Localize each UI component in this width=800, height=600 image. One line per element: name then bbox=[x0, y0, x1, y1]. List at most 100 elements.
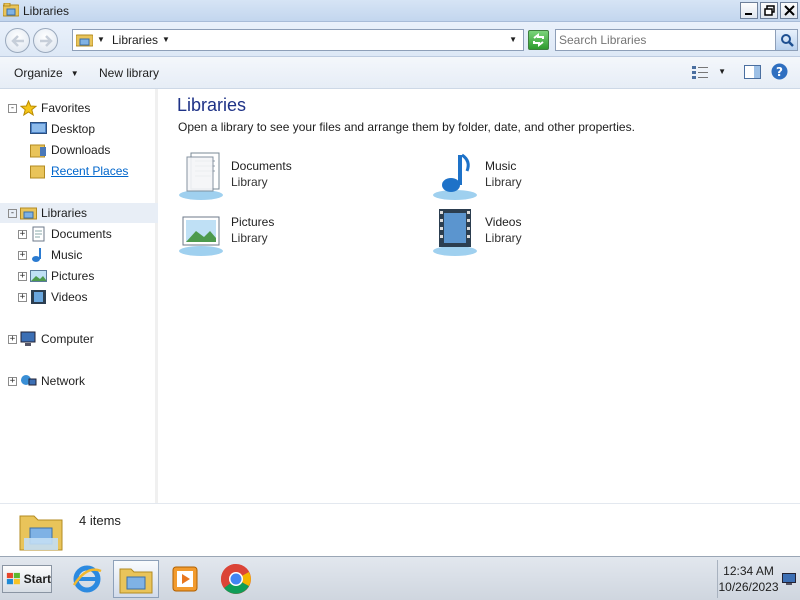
pictures-icon bbox=[30, 270, 47, 282]
expand-icon[interactable]: + bbox=[8, 334, 17, 344]
tree-label-network: Network bbox=[41, 374, 86, 388]
libraries-folder-icon bbox=[3, 3, 19, 17]
address-history-dropdown-icon[interactable]: ▼ bbox=[509, 35, 517, 44]
search-box[interactable] bbox=[555, 29, 798, 51]
system-clock[interactable]: 12:34 AM 10/26/2023 bbox=[717, 560, 779, 598]
forward-arrow-icon bbox=[39, 34, 53, 47]
library-name: Pictures bbox=[231, 215, 275, 229]
collapse-icon[interactable]: - bbox=[8, 208, 17, 218]
pictures-library-icon bbox=[179, 216, 223, 256]
preview-pane-icon[interactable] bbox=[744, 64, 761, 79]
search-input[interactable] bbox=[559, 32, 771, 48]
navigation-pane: - Favorites Desktop Downloads Recent Pla… bbox=[0, 89, 158, 503]
windows-logo-icon bbox=[6, 572, 20, 585]
windows-explorer-icon bbox=[119, 568, 153, 594]
start-button[interactable]: Start bbox=[2, 565, 52, 593]
network-tray-icon[interactable] bbox=[782, 573, 796, 585]
page-title: Libraries bbox=[177, 95, 247, 115]
expand-icon[interactable]: + bbox=[18, 250, 27, 260]
taskbar-chrome[interactable] bbox=[213, 560, 259, 598]
window-title: Libraries bbox=[23, 4, 70, 18]
address-bar[interactable]: ▼ Libraries ▼ ▼ bbox=[72, 29, 524, 51]
title-bar[interactable]: Libraries bbox=[0, 0, 800, 22]
breadcrumb-libraries[interactable]: Libraries bbox=[112, 33, 158, 47]
music-library-icon bbox=[433, 153, 477, 200]
tree-videos[interactable]: + Videos bbox=[18, 287, 87, 307]
view-options-dropdown-icon[interactable]: ▼ bbox=[718, 67, 726, 76]
explorer-window: Libraries ▼ Libraries ▼ ▼ Search Librari… bbox=[0, 0, 800, 556]
expand-icon[interactable]: + bbox=[18, 229, 27, 239]
help-icon[interactable]: ? bbox=[771, 63, 788, 80]
tree-label-videos: Videos bbox=[51, 290, 88, 304]
star-icon bbox=[20, 100, 37, 116]
videos-library-icon bbox=[433, 209, 477, 256]
organize-menu[interactable]: Organize ▼ bbox=[14, 66, 79, 80]
details-pane: 4 items bbox=[0, 503, 800, 556]
restore-button[interactable] bbox=[760, 2, 778, 19]
back-arrow-icon bbox=[10, 34, 24, 47]
tree-pictures[interactable]: + Pictures bbox=[18, 266, 94, 286]
refresh-icon bbox=[533, 33, 544, 47]
libraries-folder-icon bbox=[76, 34, 93, 47]
tree-network[interactable]: + Network bbox=[8, 371, 85, 391]
taskbar-internet-explorer[interactable] bbox=[64, 560, 110, 598]
collapse-icon[interactable]: - bbox=[8, 103, 17, 113]
taskbar-windows-explorer[interactable] bbox=[113, 560, 159, 598]
taskbar: Start 12:34 AM 10/26/2023 bbox=[0, 556, 800, 600]
tree-libraries[interactable]: - Libraries bbox=[0, 203, 158, 223]
tree-music[interactable]: + Music bbox=[18, 245, 82, 265]
command-bar: Organize ▼ New library ▼ ? bbox=[0, 57, 800, 89]
change-view-icon[interactable] bbox=[692, 65, 709, 79]
clock-date: 10/26/2023 bbox=[718, 580, 779, 594]
library-videos[interactable]: Videos Library bbox=[431, 207, 651, 259]
recent-places-icon bbox=[30, 165, 45, 179]
documents-library-icon bbox=[179, 152, 223, 200]
library-type: Library bbox=[485, 231, 522, 245]
libraries-folder-icon bbox=[19, 515, 63, 551]
minimize-icon bbox=[745, 12, 752, 15]
back-button[interactable] bbox=[5, 28, 30, 53]
tree-label-pictures: Pictures bbox=[51, 269, 95, 283]
chrome-icon bbox=[221, 564, 251, 594]
tree-favorites[interactable]: - Favorites bbox=[8, 98, 90, 118]
internet-explorer-icon bbox=[72, 565, 102, 593]
library-name: Documents bbox=[231, 159, 292, 173]
start-label: Start bbox=[23, 572, 51, 586]
library-pictures[interactable]: Pictures Library bbox=[177, 207, 397, 259]
taskbar-media-player[interactable] bbox=[162, 560, 208, 598]
search-button[interactable] bbox=[775, 30, 797, 50]
refresh-button[interactable] bbox=[528, 30, 549, 50]
tree-downloads[interactable]: Downloads bbox=[30, 140, 110, 160]
music-note-icon bbox=[32, 248, 41, 262]
computer-icon bbox=[20, 331, 36, 346]
film-icon bbox=[31, 290, 46, 304]
tree-computer[interactable]: + Computer bbox=[8, 329, 94, 349]
library-type: Library bbox=[485, 175, 522, 189]
content-pane: Libraries Open a library to see your fil… bbox=[161, 89, 800, 503]
tree-label-downloads: Downloads bbox=[51, 143, 111, 157]
chevron-right-icon[interactable]: ▼ bbox=[97, 35, 105, 44]
tree-label-recent-places: Recent Places bbox=[51, 164, 129, 178]
chevron-down-icon[interactable]: ▼ bbox=[162, 35, 170, 44]
tree-desktop[interactable]: Desktop bbox=[30, 119, 95, 139]
media-player-icon bbox=[172, 566, 198, 592]
expand-icon[interactable]: + bbox=[18, 271, 27, 281]
clock-time: 12:34 AM bbox=[723, 564, 774, 578]
network-icon bbox=[21, 375, 37, 386]
svg-text:?: ? bbox=[776, 65, 783, 79]
close-icon bbox=[783, 5, 795, 16]
library-documents[interactable]: Documents Library bbox=[177, 151, 397, 203]
tree-label-music: Music bbox=[51, 248, 83, 262]
tree-label-documents: Documents bbox=[51, 227, 112, 241]
tree-documents[interactable]: + Documents bbox=[18, 224, 112, 244]
library-music[interactable]: Music Library bbox=[431, 151, 651, 203]
new-library-button[interactable]: New library bbox=[99, 66, 159, 80]
expand-icon[interactable]: + bbox=[18, 292, 27, 302]
tree-label-desktop: Desktop bbox=[51, 122, 96, 136]
organize-label: Organize bbox=[14, 66, 63, 80]
tree-recent-places[interactable]: Recent Places bbox=[30, 161, 128, 181]
expand-icon[interactable]: + bbox=[8, 376, 17, 386]
forward-button[interactable] bbox=[33, 28, 58, 53]
close-button[interactable] bbox=[780, 2, 798, 19]
minimize-button[interactable] bbox=[740, 2, 758, 19]
